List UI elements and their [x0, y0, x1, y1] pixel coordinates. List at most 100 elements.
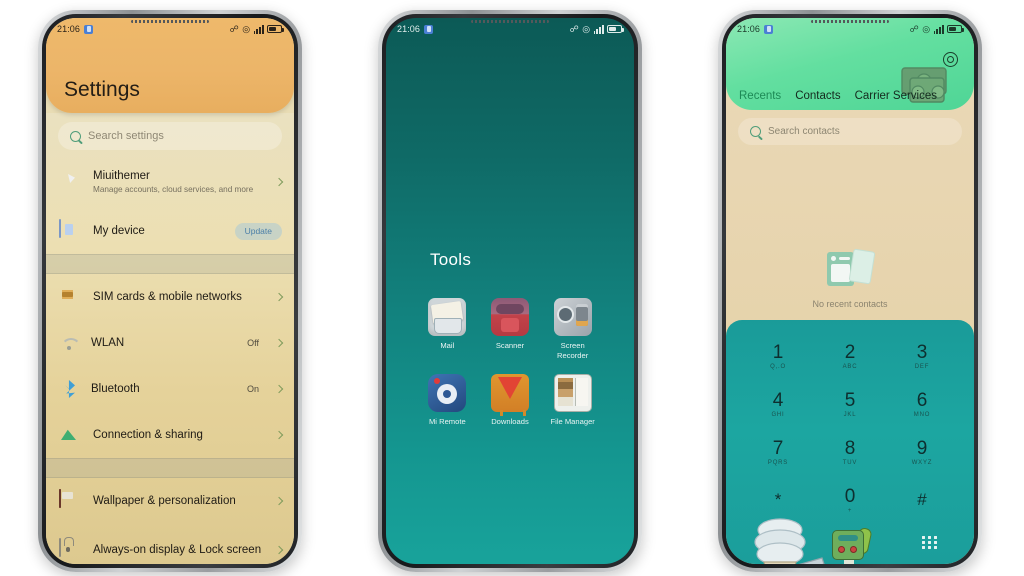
status-bar-right: ☍ ◎	[570, 24, 624, 34]
dialpad-key-1[interactable]: 1 Q,.O	[742, 334, 814, 378]
sidebar-item-lock-screen[interactable]: Always-on display & Lock screen	[46, 524, 294, 564]
dialpad-key-9[interactable]: 9 WXYZ	[886, 430, 958, 474]
app-label: Downloads	[491, 417, 529, 426]
row-text: WLAN	[91, 337, 235, 350]
gear-icon[interactable]	[943, 52, 958, 67]
key-digit: 5	[844, 389, 856, 411]
phone-bezel: 21:06 ☍ ◎ Settings Search settings Miuit…	[42, 14, 298, 568]
dialpad-key-4[interactable]: 4 GHI	[742, 382, 814, 426]
dialpad-action-row	[742, 518, 958, 564]
key-digit: 2	[844, 341, 856, 363]
sidebar-item-wallpaper[interactable]: Wallpaper & personalization	[46, 478, 294, 524]
app-icon-downloads[interactable]: Downloads	[479, 374, 542, 427]
chevron-right-icon	[274, 177, 284, 187]
wifi-icon	[59, 335, 81, 351]
chevron-right-icon	[274, 496, 284, 506]
status-time: 21:06	[737, 24, 761, 34]
dialpad-key-5[interactable]: 5 JKL	[814, 382, 886, 426]
bluetooth-icon: ☍	[229, 23, 239, 34]
mi-remote-app-icon	[428, 374, 467, 412]
sidebar-item-my-device[interactable]: My device Update	[46, 208, 294, 254]
call-button[interactable]	[830, 526, 873, 564]
search-icon	[70, 130, 81, 142]
settings-group: SIM cards & mobile networks WLAN Off Blu…	[46, 274, 294, 458]
chevron-right-icon	[274, 430, 284, 440]
page-title: Settings	[64, 78, 140, 101]
status-bar-right: ☍ ◎	[229, 23, 284, 34]
status-bar-left: 21:06	[57, 24, 94, 34]
empty-state: No recent contacts	[726, 248, 974, 309]
settings-phone: 21:06 ☍ ◎ Settings Search settings Miuit…	[38, 10, 302, 572]
chevron-right-icon	[274, 338, 284, 348]
key-digit: 9	[916, 437, 928, 459]
lock-screen-icon	[59, 538, 81, 561]
my-device-icon	[59, 219, 81, 242]
key-digit: 1	[772, 341, 784, 363]
battery-icon	[267, 25, 284, 33]
search-placeholder: Search settings	[88, 130, 164, 142]
search-input[interactable]: Search settings	[58, 122, 282, 150]
notification-badge-icon	[424, 24, 434, 34]
app-icon-mi-remote[interactable]: Mi Remote	[416, 374, 479, 427]
empty-state-text: No recent contacts	[812, 299, 888, 309]
battery-icon	[607, 25, 624, 33]
dialpad-key-7[interactable]: 7 PQRS	[742, 430, 814, 474]
key-digit: 3	[916, 341, 928, 363]
mail-app-icon	[428, 298, 467, 336]
folder-title: Tools	[430, 250, 472, 269]
screen-recorder-app-icon	[553, 298, 592, 336]
phone-body-icon	[832, 530, 864, 560]
dialpad-key-6[interactable]: 6 MNO	[886, 382, 958, 426]
sidebar-item-sim-cards[interactable]: SIM cards & mobile networks	[46, 274, 294, 320]
row-title: Miuithemer	[93, 169, 150, 182]
sidebar-item-miuithemer[interactable]: Miuithemer Manage accounts, cloud servic…	[46, 156, 294, 208]
dialer-tabs: Recents Contacts Carrier Services	[739, 90, 964, 102]
tab-recents[interactable]: Recents	[739, 90, 781, 102]
row-text: Bluetooth	[91, 383, 235, 396]
tab-contacts[interactable]: Contacts	[795, 90, 840, 102]
dialpad-key-hash[interactable]: #	[886, 478, 958, 522]
key-letters: TUV	[842, 459, 858, 466]
app-label: Mail	[440, 341, 455, 350]
row-title: Always-on display & Lock screen	[93, 543, 262, 556]
row-text: My device	[93, 225, 223, 238]
settings-screen: 21:06 ☍ ◎ Settings Search settings Miuit…	[46, 18, 294, 564]
search-placeholder: Search contacts	[768, 126, 840, 137]
group-divider	[46, 458, 294, 478]
row-text: Always-on display & Lock screen	[93, 544, 264, 557]
dialpad-key-3[interactable]: 3 DEF	[886, 334, 958, 378]
status-time: 21:06	[397, 24, 421, 34]
key-letters: ABC	[842, 363, 858, 370]
key-letters: +	[847, 507, 853, 514]
row-title: Bluetooth	[91, 382, 140, 395]
app-label: Mi Remote	[428, 417, 466, 426]
app-icon-scanner[interactable]: Scanner	[479, 298, 542, 360]
app-icon-file-manager[interactable]: File Manager	[541, 374, 604, 427]
phone-foot	[844, 560, 854, 564]
status-badge[interactable]: Update	[234, 222, 282, 240]
key-letters: DEF	[914, 363, 930, 370]
key-digit: 8	[844, 437, 856, 459]
dialpad-key-8[interactable]: 8 TUV	[814, 430, 886, 474]
key-letters: PQRS	[767, 459, 789, 466]
sidebar-item-connection-sharing[interactable]: Connection & sharing	[46, 412, 294, 458]
phone-bezel: 21:06 ☍ ◎ Tools Mail Scanner Screen Reco…	[382, 14, 638, 568]
tab-carrier-services[interactable]: Carrier Services	[855, 90, 937, 102]
app-grid: Mail Scanner Screen Recorder Mi Remote D…	[416, 298, 604, 427]
row-text: SIM cards & mobile networks	[93, 291, 264, 304]
dialpad-key-2[interactable]: 2 ABC	[814, 334, 886, 378]
app-icon-screen-recorder[interactable]: Screen Recorder	[541, 298, 604, 360]
sidebar-item-bluetooth[interactable]: Bluetooth On	[46, 366, 294, 412]
dialer-phone: 21:06 ☍ ◎ Recents Contacts Carrier Servi…	[718, 10, 982, 572]
search-contacts-input[interactable]: Search contacts	[738, 118, 962, 145]
app-label: Screen Recorder	[557, 341, 589, 360]
do-not-disturb-icon: ◎	[922, 23, 931, 34]
settings-list[interactable]: Search settings Miuithemer Manage accoun…	[46, 113, 294, 564]
app-icon-mail[interactable]: Mail	[416, 298, 479, 360]
key-digit: 4	[772, 389, 784, 411]
phone-bezel: 21:06 ☍ ◎ Recents Contacts Carrier Servi…	[722, 14, 978, 568]
key-letters: MNO	[913, 411, 931, 418]
ice-cream-robot-sticker-icon	[754, 518, 825, 564]
sidebar-item-wlan[interactable]: WLAN Off	[46, 320, 294, 366]
keypad-toggle-icon[interactable]	[922, 536, 938, 552]
